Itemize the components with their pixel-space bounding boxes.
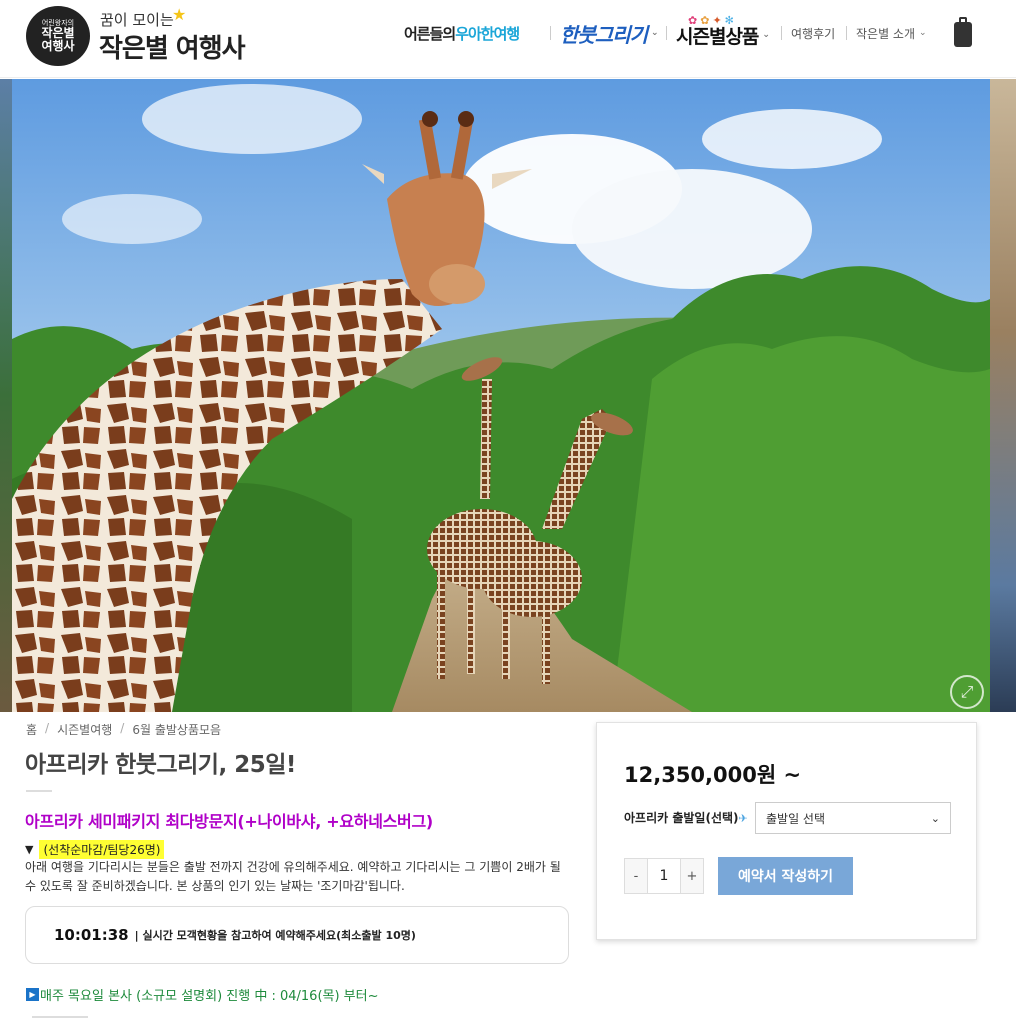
logo-badge[interactable]: 어린왕자의 작은별 여행사 (26, 6, 90, 66)
notice-row: ▼ (선착순마감/팀당26명) (25, 840, 165, 859)
breadcrumb-separator: / (120, 721, 125, 735)
gallery-prev-peek[interactable] (0, 79, 12, 712)
chevron-down-icon: ⌄ (919, 28, 927, 38)
departure-label: 아프리카 출발일(선택)✈ (624, 809, 748, 826)
nav-seniors-prefix: 어른들의 (404, 24, 456, 43)
title-divider (26, 790, 52, 792)
play-icon: ▶ (26, 988, 39, 1001)
logo-tagline: 꿈이 모이는 (100, 11, 174, 29)
notice-body: 아래 여행을 기다리시는 분들은 출발 전까지 건강에 유의해주세요. 예약하고… (25, 860, 561, 893)
site-header: 어린왕자의 작은별 여행사 꿈이 모이는 ★ 작은별 여행사 어른들의 우아한여… (0, 0, 1016, 78)
quantity-decrease-button[interactable]: - (625, 859, 647, 893)
chevron-down-icon: ⌄ (762, 30, 769, 40)
breadcrumb-june[interactable]: 6월 출발상품모음 (132, 721, 221, 738)
nav-season[interactable]: 시즌별상품 ⌄ (676, 20, 770, 50)
product-subtitle: 아프리카 세미패키지 최다방문지(+나이바샤, +요하네스버그) (25, 812, 433, 831)
hero-giraffe-image (12, 79, 990, 712)
breadcrumb-season[interactable]: 시즌별여행 (57, 721, 112, 738)
nav-season-label: 시즌별상품 (676, 25, 759, 48)
nav-hanbut-label: 한붓그리기 (560, 22, 648, 47)
nav-divider (666, 26, 667, 40)
section-divider (32, 1016, 88, 1018)
nav-seniors-accent: 우아한여행 (455, 24, 520, 43)
nav-about-label: 작은별 소개 (856, 26, 916, 41)
breadcrumb: 홈 / 시즌별여행 / 6월 출발상품모음 (26, 721, 221, 738)
briefing-text: 매주 목요일 본사 (소규모 설명회) 진행 中 : 04/16(목) 부터~ (40, 989, 379, 1004)
breadcrumb-separator: / (45, 721, 50, 735)
nav-review-label: 여행후기 (791, 26, 836, 41)
logo-badge-line3: 여행사 (41, 38, 75, 53)
briefing-notice[interactable]: ▶ 매주 목요일 본사 (소규모 설명회) 진행 中 : 04/16(목) 부터… (26, 985, 379, 1004)
nav-divider (550, 26, 551, 40)
quantity-increase-button[interactable]: + (681, 859, 703, 893)
product-title: 아프리카 한붓그리기, 25일! (25, 752, 296, 778)
chevron-down-icon: ⌄ (930, 811, 940, 825)
chevron-down-icon: ⌄ (651, 28, 658, 38)
book-reservation-button[interactable]: 예약서 작성하기 (718, 857, 853, 895)
breadcrumb-home[interactable]: 홈 (26, 721, 37, 738)
departure-date-select[interactable]: 출발일 선택 ⌄ (755, 802, 951, 834)
product-price: 12,350,000원 ~ (624, 763, 802, 787)
cart-icon[interactable] (954, 17, 972, 49)
airplane-icon: ✈ (738, 812, 748, 825)
quantity-stepper: - 1 + (624, 858, 704, 894)
logo-badge-line2: 작은별 (41, 26, 75, 41)
nav-seniors-travel[interactable]: 어른들의 우아한여행 (404, 18, 520, 48)
cart-icon-body (954, 22, 972, 47)
notice-highlight: (선착순마감/팀당26명) (39, 840, 165, 859)
countdown-box: 10:01:38 | 실시간 모객현황을 참고하여 예약해주세요(최소출발 10… (25, 906, 569, 964)
purchase-panel: 12,350,000원 ~ 아프리카 출발일(선택)✈ 출발일 선택 ⌄ - 1… (596, 722, 977, 940)
nav-divider (781, 26, 782, 40)
nav-hanbut[interactable]: 한붓그리기 ⌄ (560, 18, 658, 48)
departure-label-text: 아프리카 출발일(선택) (624, 811, 739, 825)
gallery-next-peek[interactable] (990, 79, 1016, 712)
countdown-timer: 10:01:38 (54, 926, 129, 944)
expand-icon[interactable]: ⤢ (950, 675, 984, 709)
hero-gallery: ⤢ (0, 79, 1016, 712)
star-icon: ★ (172, 5, 187, 24)
nav-divider (846, 26, 847, 40)
nav-about[interactable]: 작은별 소개 ⌄ (856, 18, 927, 48)
departure-select-value: 출발일 선택 (766, 811, 826, 826)
triangle-down-icon: ▼ (25, 843, 34, 856)
logo-name[interactable]: 작은별 여행사 (99, 28, 246, 65)
countdown-message: | 실시간 모객현황을 참고하여 예약해주세요(최소출발 10명) (134, 929, 416, 942)
nav-review[interactable]: 여행후기 (791, 18, 835, 48)
quantity-input[interactable]: 1 (647, 859, 681, 893)
